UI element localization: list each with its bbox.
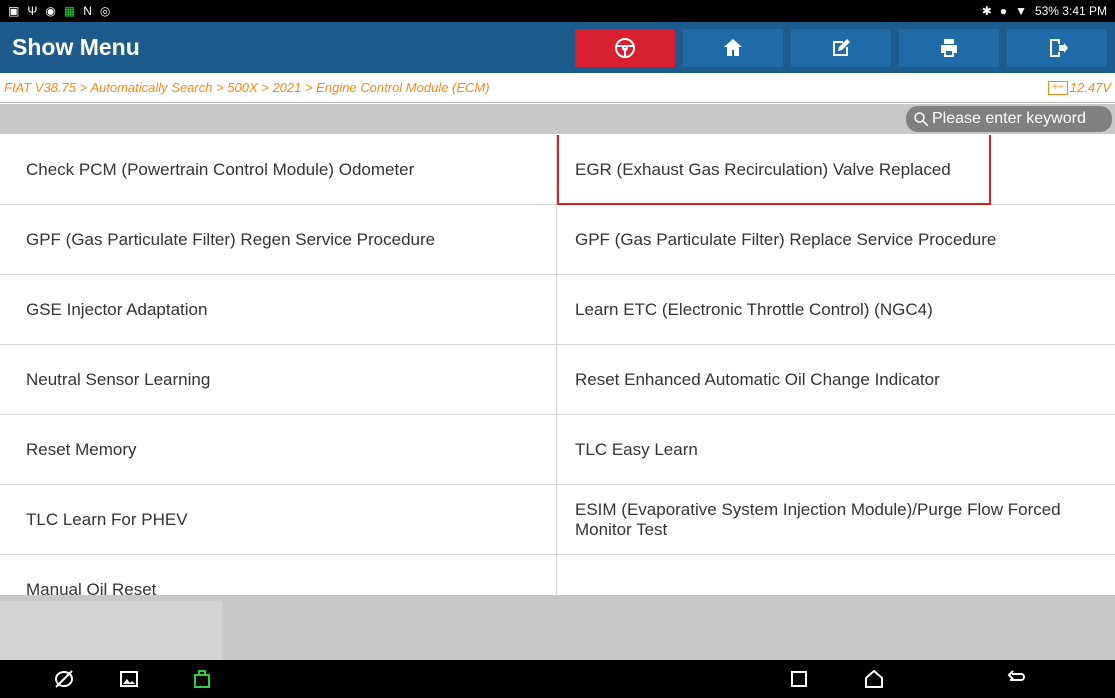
status-bar: ▣ Ψ ◉ ▦ N ◎ ✱ ● ▼ 53% 3:41 PM: [0, 0, 1115, 22]
bluetooth-icon: ✱: [981, 4, 992, 18]
bottom-panel: [0, 595, 1115, 660]
menu-item[interactable]: Manual Oil Reset: [0, 555, 557, 595]
n-icon: N: [83, 4, 92, 18]
menu-item[interactable]: TLC Easy Learn: [557, 415, 1115, 484]
gallery-icon[interactable]: [117, 667, 141, 691]
menu-grid: Check PCM (Powertrain Control Module) Od…: [0, 135, 1115, 595]
usb-icon: Ψ: [27, 4, 38, 18]
menu-item[interactable]: Learn ETC (Electronic Throttle Control) …: [557, 275, 1115, 344]
menu-item[interactable]: ESIM (Evaporative System Injection Modul…: [557, 485, 1115, 554]
menu-item[interactable]: GSE Injector Adaptation: [0, 275, 557, 344]
vci-icon[interactable]: [190, 667, 214, 691]
search-placeholder: Please enter keyword: [932, 110, 1086, 127]
recents-icon[interactable]: [787, 667, 811, 691]
home-button[interactable]: [683, 28, 783, 67]
steering-wheel-icon: [615, 37, 635, 58]
print-icon: [941, 38, 957, 57]
exit-icon: [1050, 38, 1068, 57]
menu-row: Neutral Sensor Learning Reset Enhanced A…: [0, 345, 1115, 415]
page-title: Show Menu: [12, 34, 140, 60]
search-input[interactable]: Please enter keyword: [906, 106, 1112, 132]
battery-status: 53% 3:41 PM: [1034, 4, 1107, 18]
voltage-value: 12.47V: [1069, 80, 1111, 95]
menu-row: Check PCM (Powertrain Control Module) Od…: [0, 135, 1115, 205]
search-bar: Please enter keyword: [0, 104, 1115, 134]
voltage-indicator: +− 12.47V: [1047, 80, 1111, 95]
exit-button[interactable]: [1007, 28, 1107, 67]
battery-icon: +−: [1047, 80, 1068, 95]
menu-item[interactable]: EGR (Exhaust Gas Recirculation) Valve Re…: [557, 135, 1115, 205]
print-button[interactable]: [899, 28, 999, 67]
browser-icon[interactable]: [52, 667, 76, 691]
bottom-tile: [0, 601, 222, 660]
wifi-icon: ▼: [1015, 4, 1027, 18]
circle-icon: ◎: [99, 4, 111, 18]
menu-item[interactable]: Reset Enhanced Automatic Oil Change Indi…: [557, 345, 1115, 414]
menu-item[interactable]: Reset Memory: [0, 415, 557, 484]
edit-button[interactable]: [791, 28, 891, 67]
breadcrumb: FIAT V38.75 > Automatically Search > 500…: [0, 73, 1115, 103]
home-icon: [724, 38, 742, 56]
menu-item[interactable]: Neutral Sensor Learning: [0, 345, 557, 414]
menu-item[interactable]: Check PCM (Powertrain Control Module) Od…: [0, 135, 557, 204]
menu-item-label: EGR (Exhaust Gas Recirculation) Valve Re…: [575, 159, 951, 179]
menu-item[interactable]: GPF (Gas Particulate Filter) Replace Ser…: [557, 205, 1115, 274]
back-icon[interactable]: [1004, 667, 1028, 691]
menu-item[interactable]: GPF (Gas Particulate Filter) Regen Servi…: [0, 205, 557, 274]
home-nav-icon[interactable]: [862, 667, 886, 691]
search-icon: [914, 112, 929, 127]
steering-wheel-button[interactable]: [575, 28, 675, 67]
menu-item[interactable]: [557, 555, 1115, 595]
header: Show Menu: [0, 22, 1115, 73]
menu-row: TLC Learn For PHEV ESIM (Evaporative Sys…: [0, 485, 1115, 555]
menu-row: Manual Oil Reset: [0, 555, 1115, 595]
navigation-bar: [0, 660, 1115, 698]
menu-row: Reset Memory TLC Easy Learn: [0, 415, 1115, 485]
menu-item[interactable]: TLC Learn For PHEV: [0, 485, 557, 554]
menu-row: GPF (Gas Particulate Filter) Regen Servi…: [0, 205, 1115, 275]
edit-icon: [833, 38, 850, 56]
pause-circle-icon: ◉: [45, 4, 56, 18]
image-icon: ▣: [8, 4, 20, 18]
menu-row: GSE Injector Adaptation Learn ETC (Elect…: [0, 275, 1115, 345]
breadcrumb-path: FIAT V38.75 > Automatically Search > 500…: [4, 80, 490, 95]
app-icon: ▦: [63, 4, 76, 18]
minus-circle-icon: ●: [999, 4, 1008, 18]
